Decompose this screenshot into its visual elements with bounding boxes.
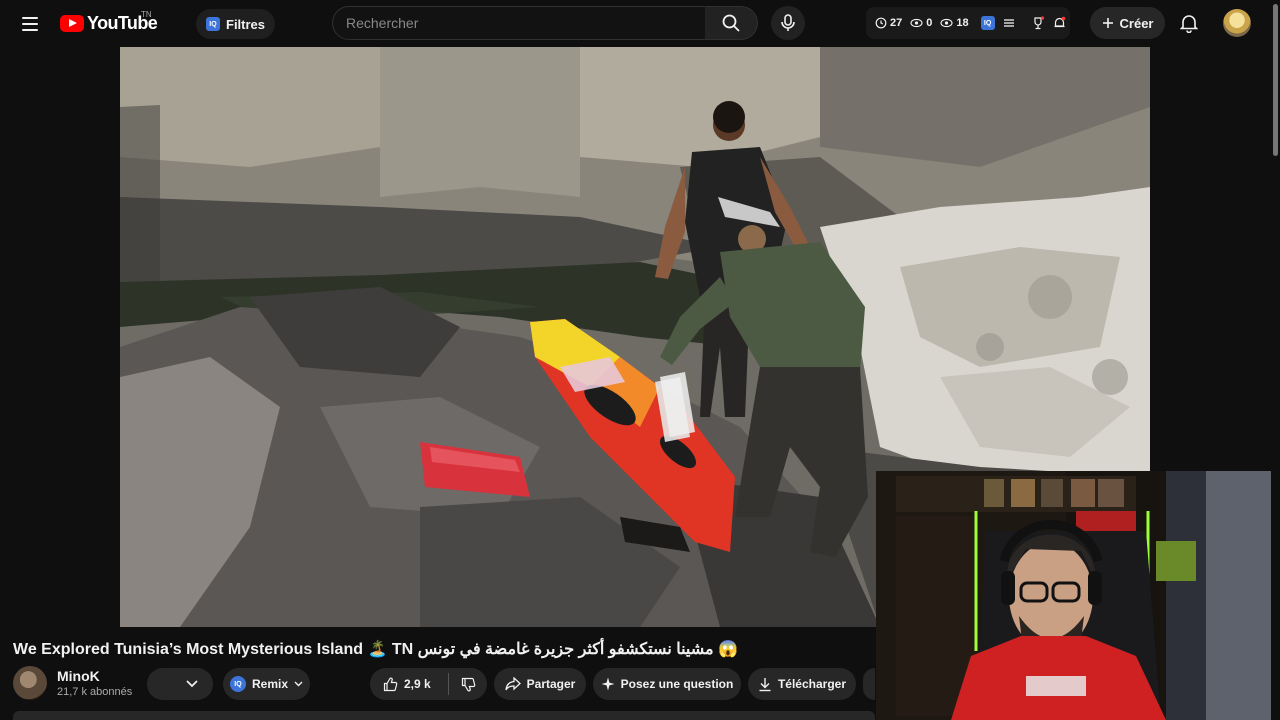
menu-icon[interactable] [14,8,46,40]
extension-stat-eyes[interactable]: 18 [940,17,969,29]
stat-value: 0 [926,17,933,29]
create-label: Créer [1119,15,1154,31]
notifications-button[interactable] [1174,8,1204,38]
mic-icon [781,14,795,31]
plus-icon [1102,18,1113,28]
subscriber-count: 21,7 k abonnés [57,686,133,698]
download-icon [759,677,771,691]
voice-search-button[interactable] [771,6,805,40]
iq-remix-icon: IQ [229,676,246,692]
like-icon [383,677,398,691]
stat-value: 18 [956,17,969,29]
account-avatar[interactable] [1223,9,1251,37]
iq-extension-icon[interactable]: IQ [980,16,995,30]
video-title: We Explored Tunisia’s Most Mysterious Is… [13,641,738,658]
webcam-frame [876,471,1280,720]
like-dislike-group: 2,9 k [370,668,487,700]
chevron-down-icon [186,680,198,688]
clock-icon [875,17,887,29]
ask-question-button[interactable]: Posez une question [593,668,741,700]
share-button[interactable]: Partager [494,668,586,700]
search-button[interactable] [705,6,758,40]
extension-toolbar: 27 0 18 IQ [866,7,1070,39]
stat-value: 27 [890,17,903,29]
search-input[interactable] [346,15,686,31]
subscribe-dropdown-button[interactable] [147,668,213,700]
country-code: TN [141,10,152,19]
youtube-logo-icon [60,15,84,32]
remix-label: Remix [251,677,289,691]
dislike-button[interactable] [449,677,487,692]
bell-icon [1180,15,1198,33]
like-button[interactable]: 2,9 k [370,677,448,692]
download-button[interactable]: Télécharger [748,668,856,700]
more-actions-button[interactable] [863,668,875,700]
download-label: Télécharger [777,677,847,691]
notification-bell-small-icon[interactable] [1053,16,1066,30]
remix-button[interactable]: IQ Remix [223,668,310,700]
video-title-row: We Explored Tunisia’s Most Mysterious Is… [0,627,876,665]
dislike-icon [461,677,475,691]
ask-label: Posez une question [620,677,734,691]
description-box-edge [13,711,875,720]
top-bar: YouTube TN IQ Filtres 27 0 18 IQ Créer [0,0,1280,47]
eye-icon [940,18,953,28]
filters-label: Filtres [226,16,266,32]
share-icon [504,677,521,691]
channel-name[interactable]: MinoK [57,668,100,684]
search-icon [722,14,740,32]
extension-stat-thumbs[interactable]: 27 [875,17,902,29]
extension-stat-views[interactable]: 0 [910,17,932,29]
iq-badge-icon: IQ [206,17,220,31]
scrollbar-thumb[interactable] [1273,4,1278,156]
share-label: Partager [526,677,576,691]
list-icon[interactable] [1003,18,1015,28]
like-count: 2,9 k [404,677,431,691]
filters-button[interactable]: IQ Filtres [196,9,276,39]
views-icon [910,18,923,28]
page-scrollbar[interactable] [1271,0,1280,720]
trophy-icon[interactable] [1031,16,1045,30]
search-box [332,6,706,40]
sparkle-icon [601,677,615,691]
create-button[interactable]: Créer [1090,7,1165,39]
webcam-overlay [876,471,1280,720]
chevron-down-icon [294,681,303,687]
channel-avatar[interactable] [13,666,47,700]
